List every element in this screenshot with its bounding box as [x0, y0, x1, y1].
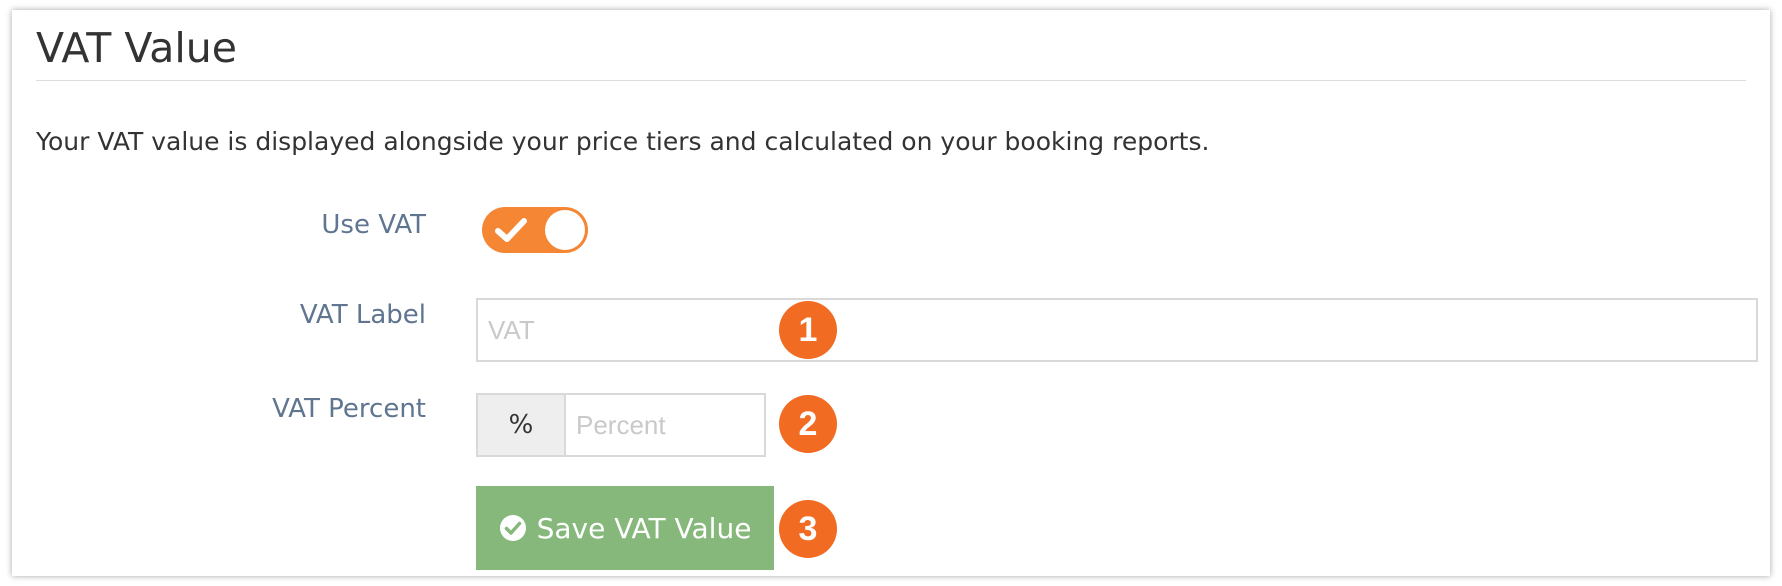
callout-badge-2: 2: [779, 395, 837, 453]
check-icon: [495, 218, 527, 242]
section-description: Your VAT value is displayed alongside yo…: [36, 127, 1210, 156]
vat-percent-input-group: %: [476, 393, 766, 457]
title-divider: [36, 80, 1746, 81]
use-vat-toggle[interactable]: [482, 207, 588, 253]
callout-badge-1: 1: [779, 301, 837, 359]
percent-addon: %: [478, 395, 566, 455]
vat-settings-panel: VAT Value Your VAT value is displayed al…: [12, 10, 1770, 576]
vat-label-label: VAT Label: [299, 300, 426, 330]
check-circle-icon: [499, 515, 526, 541]
vat-percent-input[interactable]: [566, 395, 764, 455]
save-button-label: Save VAT Value: [536, 511, 752, 545]
toggle-knob: [545, 210, 585, 250]
vat-label-input[interactable]: [476, 298, 1758, 362]
use-vat-label: Use VAT: [321, 210, 426, 240]
vat-percent-label: VAT Percent: [272, 394, 426, 424]
section-title: VAT Value: [36, 24, 237, 72]
save-vat-value-button[interactable]: Save VAT Value: [476, 486, 774, 570]
callout-badge-3: 3: [779, 500, 837, 558]
